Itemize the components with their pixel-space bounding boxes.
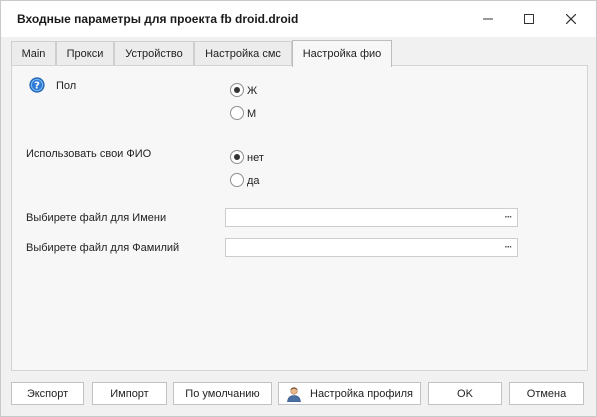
import-button[interactable]: Импорт xyxy=(92,382,167,405)
gender-label: Пол xyxy=(56,80,77,92)
use-own-name-label: Использовать свои ФИО xyxy=(26,148,152,160)
first-name-browse-button[interactable]: ··· xyxy=(499,209,517,226)
gender-male-radio[interactable] xyxy=(230,106,244,120)
use-own-name-no-radio[interactable] xyxy=(230,150,244,164)
help-icon[interactable]: ? xyxy=(29,77,45,93)
ok-button[interactable]: OK xyxy=(428,382,502,405)
last-name-browse-button[interactable]: ··· xyxy=(499,239,517,256)
export-button[interactable]: Экспорт xyxy=(11,382,84,405)
default-button[interactable]: По умолчанию xyxy=(173,382,272,405)
last-name-file-label: Выбирете файл для Фамилий xyxy=(26,242,180,254)
use-own-name-no-label[interactable]: нет xyxy=(247,152,264,164)
window-title: Входные параметры для проекта fb droid.d… xyxy=(17,12,299,26)
minimize-icon xyxy=(483,18,493,20)
gender-male-label[interactable]: М xyxy=(247,108,256,120)
tab-main[interactable]: Main xyxy=(11,41,56,66)
maximize-icon xyxy=(524,14,534,24)
tab-proxy[interactable]: Прокси xyxy=(56,41,114,66)
tab-name-settings[interactable]: Настройка фио xyxy=(292,40,392,67)
tab-sms-settings[interactable]: Настройка смс xyxy=(194,41,292,66)
close-icon xyxy=(566,14,576,24)
user-profile-icon xyxy=(287,386,301,402)
first-name-file-label: Выбирете файл для Имени xyxy=(26,212,167,224)
svg-text:?: ? xyxy=(34,81,40,92)
gender-female-radio[interactable] xyxy=(230,83,244,97)
title-bar: Входные параметры для проекта fb droid.d… xyxy=(1,1,596,37)
last-name-file-input[interactable]: ··· xyxy=(225,238,518,257)
use-own-name-yes-radio[interactable] xyxy=(230,173,244,187)
profile-settings-button[interactable]: Настройка профиля xyxy=(278,382,421,405)
gender-female-label[interactable]: Ж xyxy=(247,85,257,97)
first-name-file-input[interactable]: ··· xyxy=(225,208,518,227)
cancel-button[interactable]: Отмена xyxy=(509,382,584,405)
dialog-window: Входные параметры для проекта fb droid.d… xyxy=(0,0,597,417)
maximize-button[interactable] xyxy=(509,5,549,33)
tab-device[interactable]: Устройство xyxy=(114,41,194,66)
profile-settings-label: Настройка профиля xyxy=(310,387,413,400)
close-button[interactable] xyxy=(551,5,591,33)
minimize-button[interactable] xyxy=(468,5,508,33)
use-own-name-yes-label[interactable]: да xyxy=(247,175,260,187)
